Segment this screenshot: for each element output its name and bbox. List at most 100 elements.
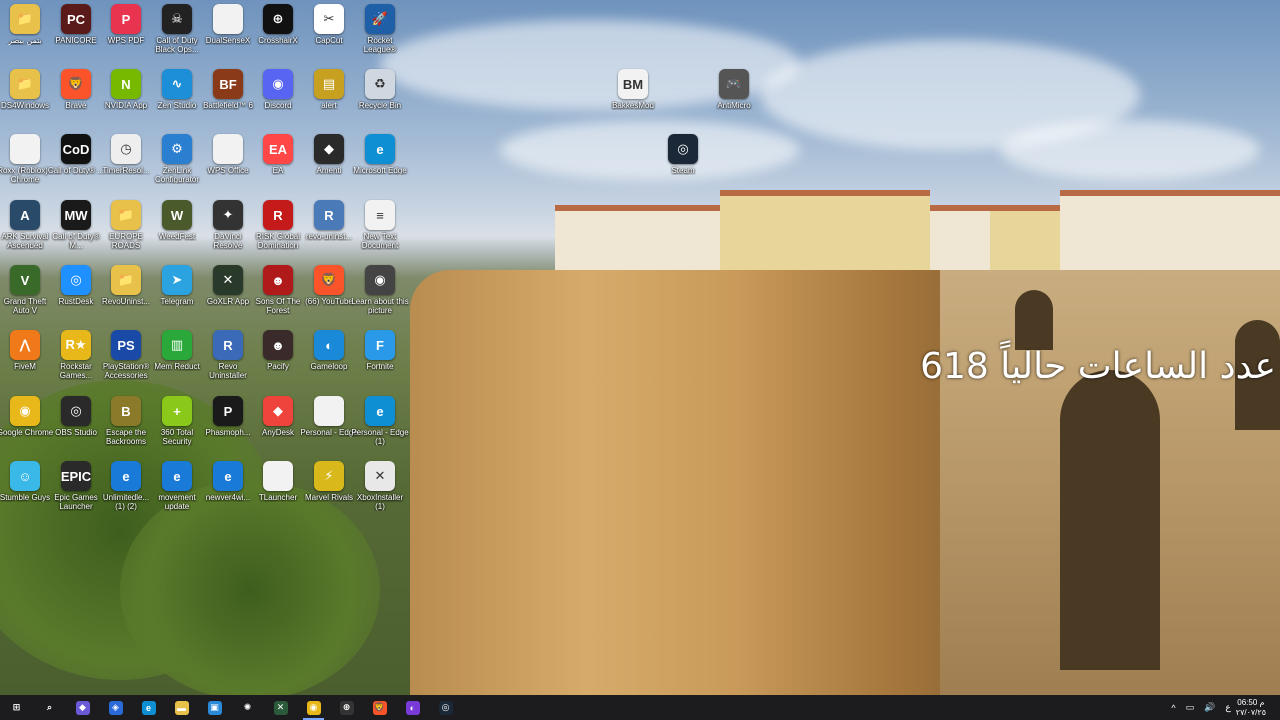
desktop-icon-zenlink[interactable]: ⚙ ZenLink Configurator [152,134,202,198]
desktop-icon-fivem[interactable]: ⋀ FiveM [0,330,50,394]
desktop-icon-mem-reduct[interactable]: ▥ Mem Reduct [152,330,202,394]
desktop-icon-nvidia-app[interactable]: N NVIDIA App [101,69,151,133]
taskbar-goxlr-tb-button[interactable]: ✕ [264,695,297,720]
desktop-icon-davinci[interactable]: ✦ DaVinci Resolve [203,200,253,264]
desktop-icon-panicore[interactable]: PC PANICORE [51,4,101,68]
escape-backrooms-icon: B [111,396,141,426]
desktop-icon-zen-studio[interactable]: ∿ Zen Studio [152,69,202,133]
desktop-icon-antimicro[interactable]: 🎮 AntiMicro [709,69,759,133]
desktop-icon-wps-pdf[interactable]: P WPS PDF [101,4,151,68]
taskbar-chatgpt-button[interactable]: ✺ [231,695,264,720]
desktop-icon-bakkesmod[interactable]: BM BakkesMod [608,69,658,133]
folder-1-icon: 📁 [10,4,40,34]
revo-uninstaller-icon: R [213,330,243,360]
desktop-icon-europe-roads[interactable]: 📁 EUROPE ROADS [101,200,151,264]
desktop-icon-personal-edge[interactable]: Personal - Edge [300,396,358,460]
desktop-icon-youtube[interactable]: 🦁 (66) YouTube [304,265,354,329]
desktop-icon-marvel-rivals[interactable]: ⚡ Marvel Rivals [304,461,354,525]
desktop-icon-ea[interactable]: EA EA [253,134,303,198]
desktop-icon-steam[interactable]: ◎ Steam [658,134,708,198]
goxlr-tb-icon: ✕ [273,700,288,715]
desktop-icon-anydesk[interactable]: ◆ AnyDesk [253,396,303,460]
desktop-icon-cod-2[interactable]: CoD Call of Duty® ... [48,134,104,198]
desktop-icon-dualsensex[interactable]: DualSenseX [203,4,253,68]
desktop-icon-stumble-guys[interactable]: ☺ Stumble Guys [0,461,50,525]
desktop-icon-crosshairx[interactable]: ⊕ CrosshairX [253,4,303,68]
desktop-icon-new-text[interactable]: ≡ New Text Document [355,200,405,264]
taskbar-search-button[interactable]: ⌕ [33,695,66,720]
desktop-icon-movement-update[interactable]: e movement update [152,461,202,525]
tray-chevron-icon[interactable]: ^ [1171,703,1175,713]
desktop-icon-sons-forest[interactable]: ☻ Sons Of The Forest [253,265,303,329]
desktop-icon-amenti[interactable]: ◆ Amenti [304,134,354,198]
app-store-icon: ◈ [108,700,123,715]
desktop-icon-weedfest[interactable]: W WeedFest [152,200,202,264]
taskbar-steam-tb-button[interactable]: ◎ [429,695,462,720]
taskbar-chrome-tb-button[interactable]: ◉ [297,695,330,720]
desktop-icon-recycle-bin[interactable]: ♻ Recycle Bin [355,69,405,133]
desktop-icon-risk[interactable]: R RISK Global Domination [253,200,303,264]
desktop-icon-pacify[interactable]: ☻ Pacify [253,330,303,394]
taskbar-crosshair-tb-button[interactable]: ⊕ [330,695,363,720]
desktop-icon-brave[interactable]: 🦁 Brave [51,69,101,133]
battlefield-6-icon: BF [213,69,243,99]
desktop-icon-epic[interactable]: EPIC Epic Games Launcher [51,461,101,525]
desktop-icon-revouninst-2[interactable]: 📁 RevoUninst... [101,265,151,329]
desktop-icon-telegram[interactable]: ➤ Telegram [152,265,202,329]
desktop-icon-phasmophobia[interactable]: P Phasmoph... [203,396,253,460]
desktop-icon-gta-v[interactable]: V Grand Theft Auto V [0,265,50,329]
desktop-icon-fortnite[interactable]: F Fortnite [355,330,405,394]
taskbar-ms-store-button[interactable]: ▣ [198,695,231,720]
desktop-icon-wps-office[interactable]: WPS Office [203,134,253,198]
taskbar-app-store-button[interactable]: ◈ [99,695,132,720]
desktop-icon-revo-uninst[interactable]: Rrevo-uninst... [304,200,354,264]
desktop-icon-folder-1[interactable]: 📁 بتمن بيصر [0,4,50,68]
desktop-icon-rustdesk[interactable]: ◎ RustDesk [51,265,101,329]
learn-picture-icon: ◉ [365,265,395,295]
taskbar-start-button[interactable]: ⊞ [0,695,33,720]
desktop-icon-ms-edge[interactable]: e Microsoft Edge [353,134,407,198]
desktop-icon-goxlr[interactable]: ✕ GoXLR App [203,265,253,329]
desktop-icon-xbox-installer[interactable]: ✕ XboxInstaller (1) [355,461,405,525]
volume-icon[interactable]: 🔊 [1204,702,1215,713]
desktop-icon-unlimited[interactable]: e Unlimitedle... (1) (2) [101,461,151,525]
cod-mw-icon: MW [61,200,91,230]
desktop-icon-rockstar[interactable]: R★ Rockstar Games... [51,330,101,394]
desktop-icon-roxx[interactable]: Roxx (Roblox) - Chrome [0,134,53,198]
desktop-icon-newver4[interactable]: e newver4wi... [203,461,253,525]
desktop-icon-battlefield-6[interactable]: BF Battlefield™ 6 [203,69,253,133]
ark-icon: A [10,200,40,230]
taskbar-file-explorer-button[interactable]: ▬ [165,695,198,720]
desktop-icon-label: Fortnite [366,362,394,371]
taskbar-copilot-button[interactable]: ◆ [66,695,99,720]
desktop-icon-ps-accessories[interactable]: PS PlayStation® Accessories [101,330,151,394]
desktop-icon-revo-uninstaller[interactable]: R Revo Uninstaller [203,330,253,394]
desktop-icon-timerresolution[interactable]: ◷ TimerResol... [101,134,151,198]
desktop-icon-rocket-league[interactable]: 🚀 Rocket League® [355,4,405,68]
desktop-icon-ds4windows[interactable]: 📁 DS4Windows [0,69,50,133]
desktop-icon-capcut[interactable]: ✂ CapCut [304,4,354,68]
desktop-icon-label: Zen Studio [157,101,197,110]
desktop-icon-gameloop[interactable]: ◐ Gameloop [304,330,354,394]
taskbar-brave-tb-button[interactable]: 🦁 [363,695,396,720]
desktop-icon-personal-edge-1[interactable]: e Personal - Edge (1) [351,396,409,460]
marvel-rivals-icon: ⚡ [314,461,344,491]
desktop-icon-cod-mw[interactable]: MW Call of Duty® M... [51,200,101,264]
desktop-icon-learn-picture[interactable]: ◉ Learn about this picture [351,265,409,329]
desktop-icon-chrome[interactable]: ◉ Google Chrome [0,396,53,460]
desktop-icon-tlauncher[interactable]: TLauncher [253,461,303,525]
desktop-icon-ark[interactable]: A ARK Survival Ascended [0,200,50,264]
taskbar-edge-button[interactable]: e [132,695,165,720]
taskbar-gameloop-tb-button[interactable]: ◐ [396,695,429,720]
clock[interactable]: 06:50 م ٢٧/٠٧/٢٥ [1236,698,1266,718]
desktop-icon-escape-backrooms[interactable]: B Escape the Backrooms [101,396,151,460]
desktop-icon-360-security[interactable]: +360 Total Security [152,396,202,460]
desktop-icon-label: RISK Global Domination [255,232,301,250]
desktop-icon-alert[interactable]: ▤ alert [304,69,354,133]
new-text-icon: ≡ [365,200,395,230]
desktop-icon-cod-bo[interactable]: ☠ Call of Duty Black Ops... [152,4,202,68]
desktop-icon-discord[interactable]: ◉ Discord [253,69,303,133]
keyboard-language[interactable]: ع [1225,702,1230,713]
network-icon[interactable]: ▭ [1186,702,1195,713]
desktop-icon-obs[interactable]: ◎ OBS Studio [51,396,101,460]
